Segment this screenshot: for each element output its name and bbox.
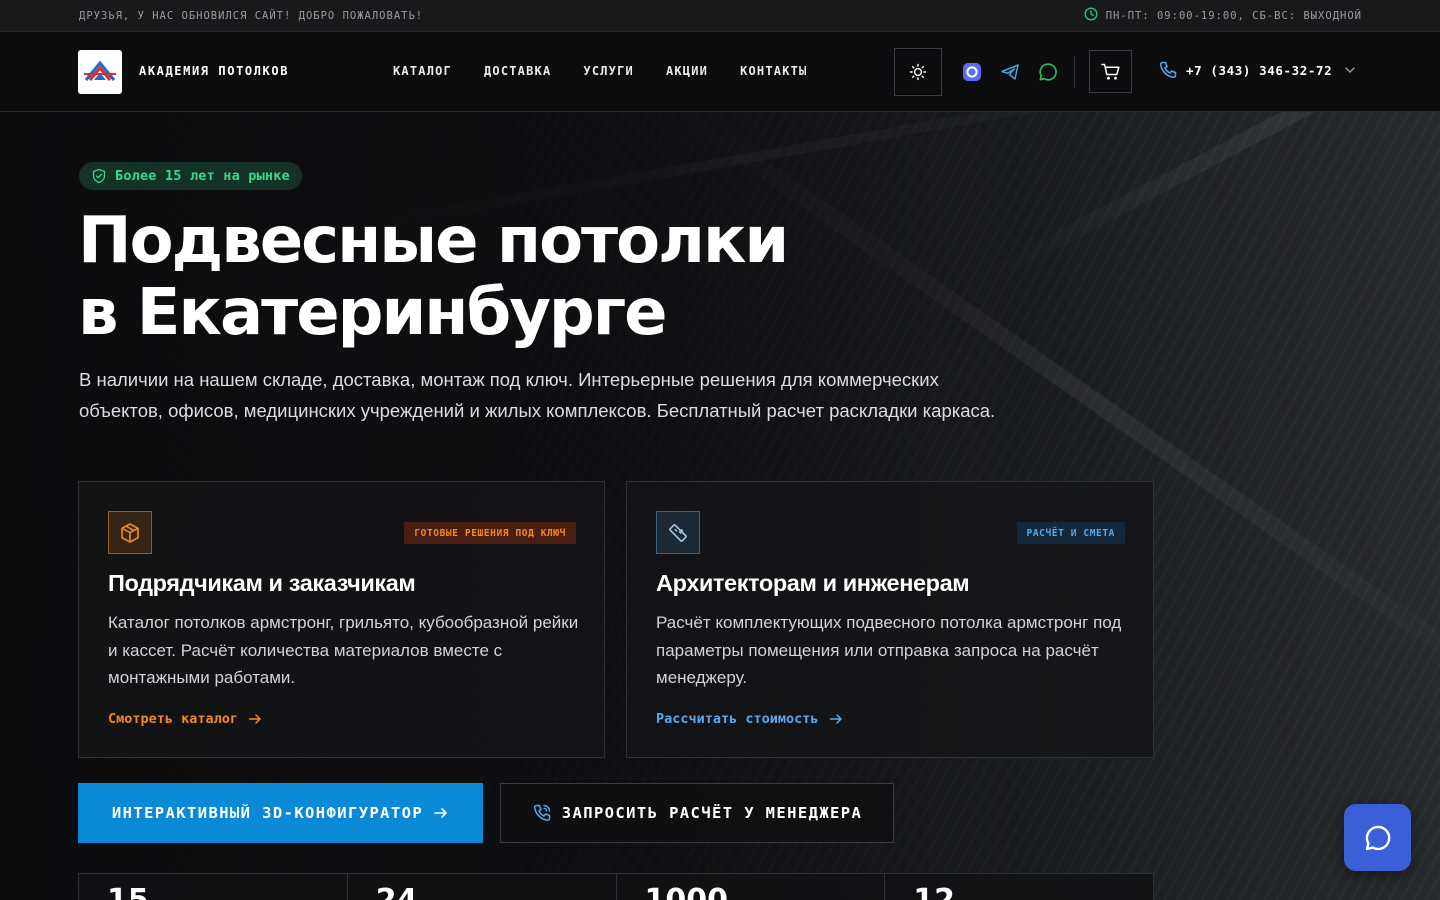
nav-item-contacts[interactable]: КОНТАКТЫ [740,64,807,78]
telegram-icon [1001,64,1019,80]
stat-value: 1000 [645,883,729,900]
stat-item: 15 [79,874,348,900]
phone-number[interactable]: +7 (343) 346-32-72 [1186,63,1332,78]
whatsapp-link[interactable] [1038,62,1058,82]
arrow-right-icon [829,714,842,724]
request-calculation-button[interactable]: ЗАПРОСИТЬ РАСЧЁТ У МЕНЕДЖЕРА [500,783,894,843]
phone-call-icon [533,804,551,822]
calculate-link-label[interactable]: Рассчитать стоимость [656,711,819,727]
box-icon [121,522,139,543]
catalog-link[interactable]: Смотреть каталог [108,711,262,727]
cart-icon [1100,63,1120,80]
max-messenger-icon [963,63,981,81]
hero-description: В наличии на нашем складе, доставка, мон… [79,369,996,421]
stat-item: 24 [348,874,617,900]
header-divider [1074,56,1075,88]
audience-card-architects: РАСЧЁТ И СМЕТА Архитекторам и инженерам … [626,481,1154,758]
card-icon-box [656,511,700,554]
request-calculation-label[interactable]: ЗАПРОСИТЬ РАСЧЁТ У МЕНЕДЖЕРА [562,804,863,822]
catalog-link-label[interactable]: Смотреть каталог [108,711,238,727]
phone-icon [1159,61,1177,79]
card-tag: РАСЧЁТ И СМЕТА [1016,522,1125,544]
logo-mark-icon [84,60,116,81]
cart-button[interactable] [1089,50,1132,93]
experience-badge-text: Более 15 лет на рынке [115,168,290,184]
page-title: Подвесные потолки в Екатеринбурге [78,204,789,350]
announcement-bar: ДРУЗЬЯ, У НАС ОБНОВИЛСЯ САЙТ! ДОБРО ПОЖА… [0,0,1440,32]
card-title: Подрядчикам и заказчикам [108,570,416,596]
max-messenger-link[interactable] [962,62,982,82]
configurator-button[interactable]: ИНТЕРАКТИВНЫЙ 3D-КОНФИГУРАТОР [78,783,483,843]
chat-bubble-icon [1365,825,1390,850]
card-description: Каталог потолков армстронг, грильято, ку… [108,613,579,687]
arrow-right-icon [248,714,261,724]
card-icon-box [108,511,152,554]
stat-value: 24 [376,883,418,900]
chevron-down-icon [1345,67,1355,73]
main-nav: КАТАЛОГ ДОСТАВКА УСЛУГИ АКЦИИ КОНТАКТЫ [393,64,807,78]
nav-item-delivery[interactable]: ДОСТАВКА [484,64,551,78]
telegram-link[interactable] [1000,62,1020,82]
phone-dropdown[interactable]: +7 (343) 346-32-72 [1158,60,1356,80]
stat-item: 12 [885,874,1153,900]
theme-toggle-button[interactable] [894,48,942,96]
nav-item-services[interactable]: УСЛУГИ [583,64,634,78]
stat-value: 12 [913,883,955,900]
card-title: Архитекторам и инженерам [656,570,970,596]
sun-icon [909,63,927,81]
ruler-icon [669,523,687,542]
configurator-button-label[interactable]: ИНТЕРАКТИВНЫЙ 3D-КОНФИГУРАТОР [112,804,423,822]
working-hours: ПН-ПТ: 09:00-19:00, СБ-ВС: ВЫХОДНОЙ [1084,6,1362,25]
page-title-line2: в Екатеринбурге [78,276,668,350]
clock-icon [1084,6,1098,25]
audience-card-contractors: ГОТОВЫЕ РЕШЕНИЯ ПОД КЛЮЧ Подрядчикам и з… [78,481,605,758]
experience-badge: Более 15 лет на рынке [79,162,302,190]
calculate-link[interactable]: Рассчитать стоимость [656,711,843,727]
arrow-right-icon [434,808,447,818]
whatsapp-icon [1039,63,1057,81]
stats-strip: 15 24 1000 12 [78,873,1154,900]
site-header: АКАДЕМИЯ ПОТОЛКОВ КАТАЛОГ ДОСТАВКА УСЛУГ… [0,32,1440,112]
stat-item: 1000 [617,874,886,900]
nav-item-promotions[interactable]: АКЦИИ [666,64,708,78]
brand-name[interactable]: АКАДЕМИЯ ПОТОЛКОВ [139,64,289,78]
card-description: Расчёт комплектующих подвесного потолка … [656,613,1122,687]
nav-item-catalog[interactable]: КАТАЛОГ [393,64,452,78]
shield-check-icon [92,168,106,184]
stat-value: 15 [107,883,149,900]
announcement-text: ДРУЗЬЯ, У НАС ОБНОВИЛСЯ САЙТ! ДОБРО ПОЖА… [79,9,424,22]
logo[interactable] [78,50,122,94]
page-title-line1: Подвесные потолки [78,204,789,278]
chat-widget-button[interactable] [1344,804,1411,871]
working-hours-text: ПН-ПТ: 09:00-19:00, СБ-ВС: ВЫХОДНОЙ [1105,9,1362,22]
card-tag: ГОТОВЫЕ РЕШЕНИЯ ПОД КЛЮЧ [404,522,576,544]
